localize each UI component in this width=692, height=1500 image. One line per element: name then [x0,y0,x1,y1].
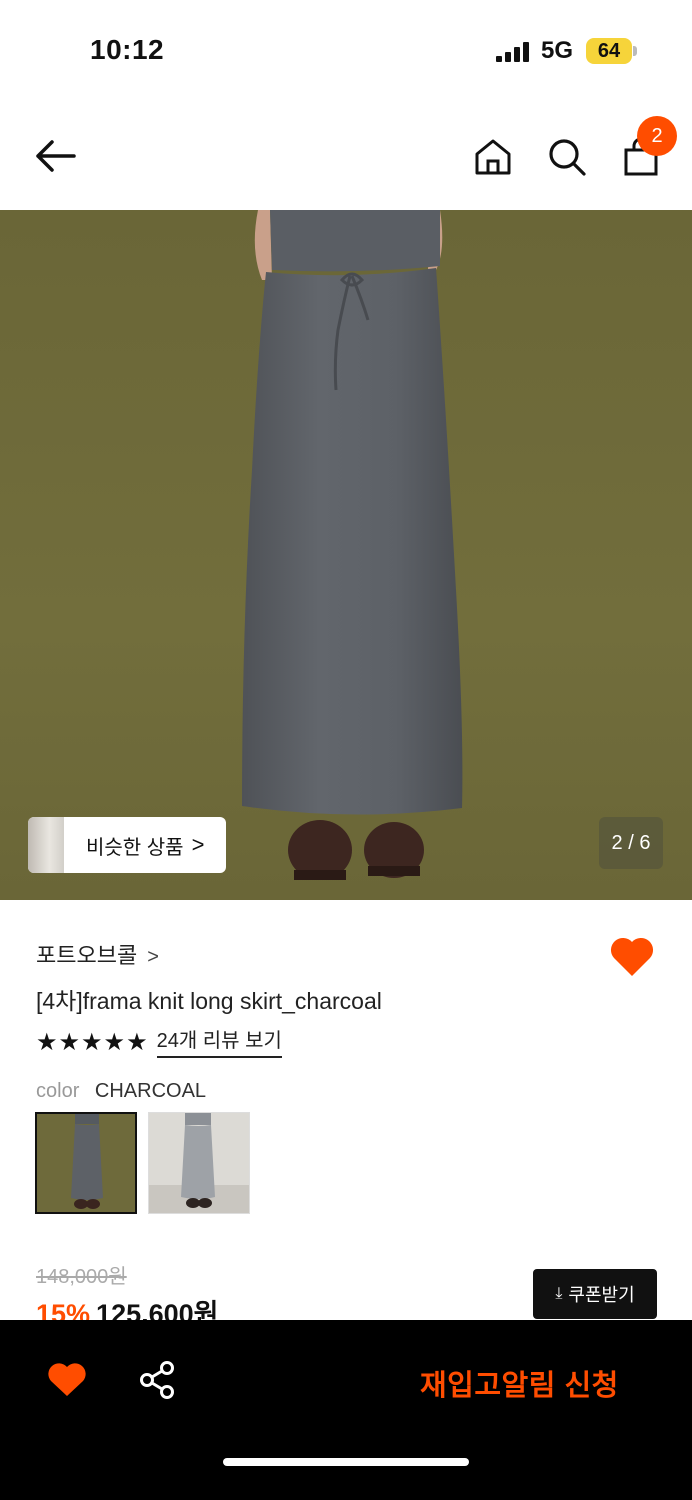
download-icon: ⤓ [555,1285,563,1302]
coupon-label: 쿠폰받기 [568,1285,635,1305]
back-icon[interactable] [32,136,78,176]
similar-products-label: 비슷한 상품 [86,836,184,859]
star-icon: ★ [103,1029,126,1056]
search-icon[interactable] [546,136,588,178]
product-photo-illustration [0,210,692,900]
star-icon: ★ [81,1029,103,1056]
chevron-right-icon: > [147,946,159,968]
battery-tip [633,46,637,56]
status-time: 10:12 [90,34,165,65]
swatch-thumbnail [37,1114,135,1212]
image-page-counter: 2 / 6 [599,817,663,869]
original-price: 148,000원 [36,1266,127,1288]
home-icon[interactable] [472,136,514,178]
review-link[interactable]: 24개 리뷰 보기 [156,1028,282,1058]
status-bar: 10:12 5G 64 [0,0,692,100]
network-label: 5G [541,37,574,64]
home-indicator [223,1458,469,1466]
coupon-button[interactable]: ⤓ 쿠폰받기 [533,1269,657,1319]
brand-link[interactable]: 포트오브콜 > [36,938,159,970]
heart-icon[interactable] [46,1360,88,1398]
color-swatch-charcoal[interactable] [35,1112,137,1214]
color-swatch-gray[interactable] [148,1112,250,1214]
star-icon: ★ [36,1029,58,1056]
battery-icon: 64 [586,38,632,64]
share-icon[interactable] [138,1360,178,1400]
similar-products-button[interactable]: 비슷한 상품 > [28,817,226,873]
signal-icon [496,42,529,62]
product-image[interactable]: 비슷한 상품 > 2 / 6 [0,210,692,900]
star-icon: ★ [126,1029,148,1056]
restock-alert-button[interactable]: 재입고알림 신청 [420,1362,619,1404]
cart-count-badge: 2 [637,116,677,156]
rating-row: ★ ★ ★ ★ ★ 24개 리뷰 보기 [36,1028,282,1058]
star-icon: ★ [58,1029,81,1056]
option-value: CHARCOAL [94,1080,207,1102]
heart-icon[interactable] [608,934,656,978]
header: 2 [0,100,692,210]
similar-product-thumbnail [28,817,64,873]
chevron-right-icon: > [191,832,205,857]
color-option: color CHARCOAL [36,1080,206,1103]
product-name: [4차]frama knit long skirt_charcoal [36,988,382,1014]
option-label: color [36,1080,80,1102]
brand-name: 포트오브콜 [36,943,138,968]
bottom-action-bar: 재입고알림 신청 [0,1320,692,1500]
swatch-thumbnail [149,1113,249,1213]
